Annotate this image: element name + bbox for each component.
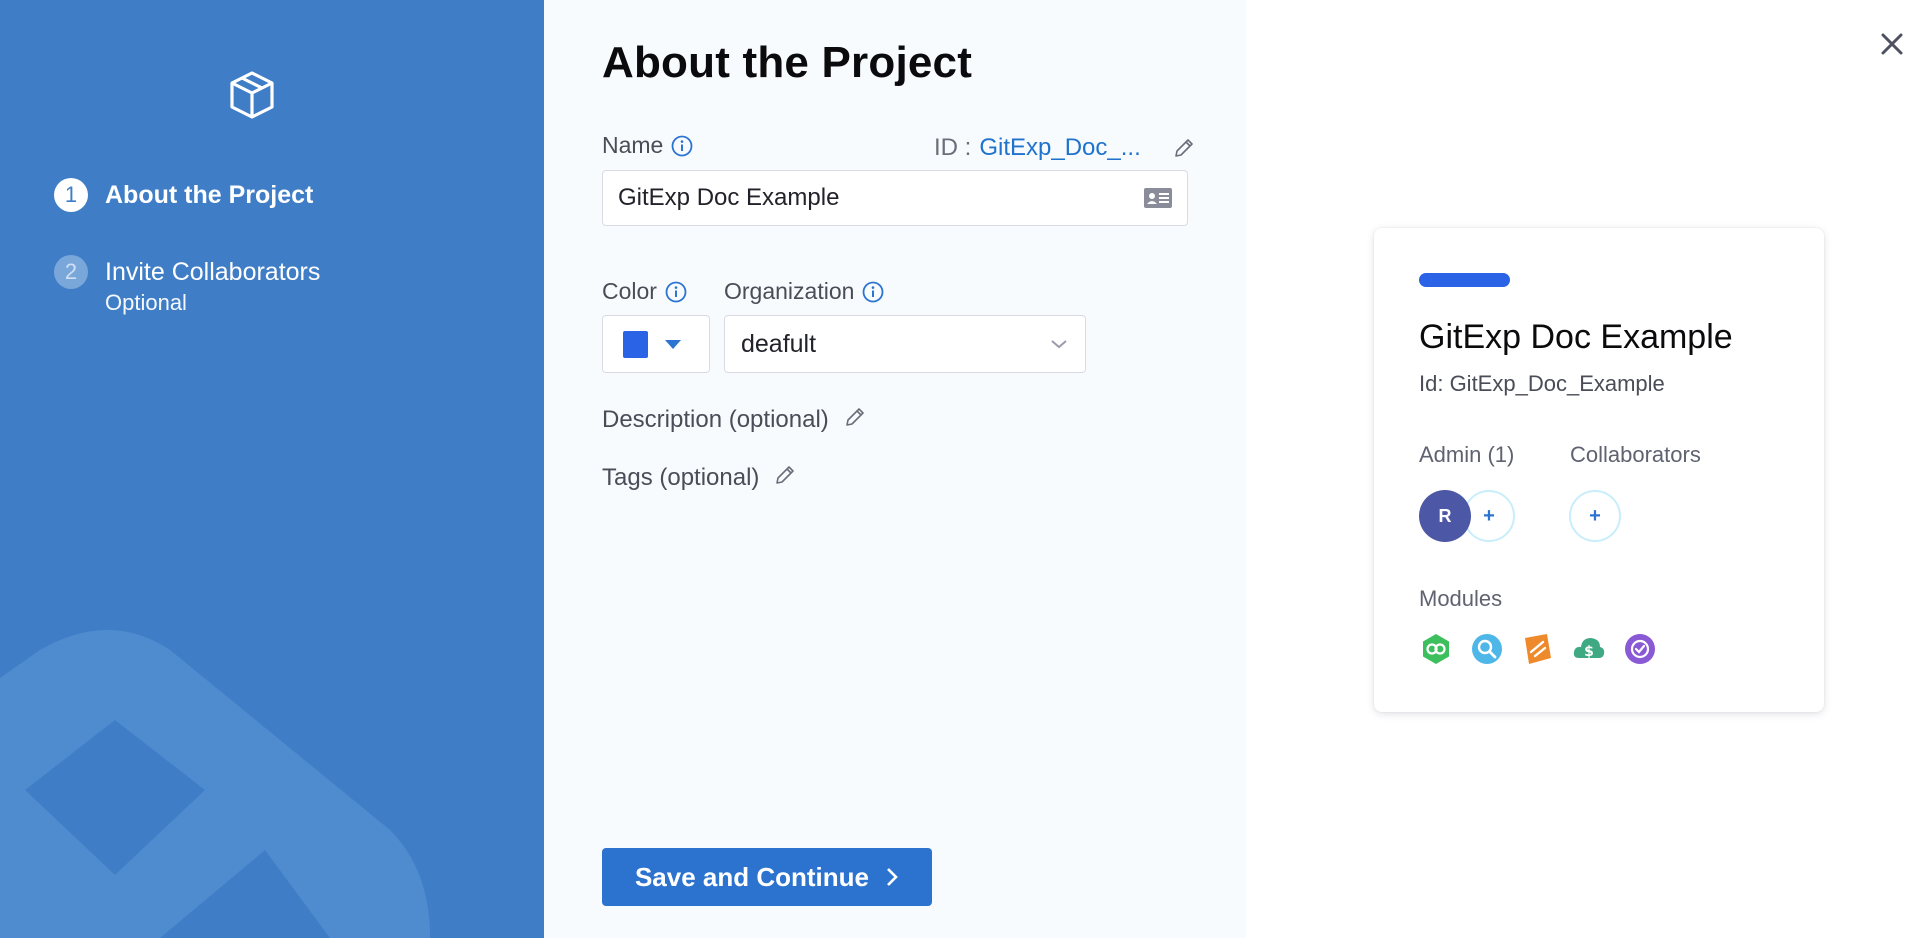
chevron-down-icon (1051, 340, 1067, 349)
ccm-module-icon: $ (1573, 638, 1605, 660)
collaborators-label: Collaborators (1570, 442, 1701, 467)
color-label: Color (602, 278, 657, 304)
project-id-row: ID : GitExp_Doc_... (934, 132, 1196, 164)
harness-watermark-shape (0, 630, 430, 938)
preview-project-title: GitExp Doc Example (1419, 318, 1733, 356)
project-preview-card: GitExp Doc Example Id: GitExp_Doc_Exampl… (1374, 228, 1824, 712)
step-label: About the Project (105, 181, 314, 209)
info-icon[interactable] (665, 281, 687, 303)
pencil-icon[interactable] (843, 405, 867, 429)
color-swatch (623, 330, 648, 358)
preview-project-id: Id: GitExp_Doc_Example (1419, 371, 1665, 396)
project-id-value: GitExp_Doc_... (979, 134, 1141, 161)
description-toggle[interactable]: Description (optional) (602, 406, 867, 434)
edit-id-pencil-icon[interactable] (1172, 136, 1196, 160)
tags-label: Tags (optional) (602, 464, 760, 491)
add-collaborator-button[interactable]: + (1569, 490, 1621, 542)
tags-toggle[interactable]: Tags (optional) (602, 464, 797, 492)
step-number: 2 (54, 255, 88, 289)
wizard-step-about-project[interactable]: 1 About the Project (54, 178, 313, 212)
id-card-icon (1144, 188, 1172, 208)
name-label: Name (602, 132, 664, 158)
page-title: About the Project (602, 38, 973, 87)
svg-text:$: $ (1584, 644, 1594, 660)
name-label-row: Name (602, 132, 693, 159)
cf-module-icon (1625, 634, 1655, 664)
chevron-right-icon (887, 868, 898, 886)
info-icon[interactable] (671, 135, 693, 157)
step-sublabel: Optional (105, 290, 187, 315)
organization-value: deafult (741, 329, 817, 358)
description-label: Description (optional) (602, 406, 829, 433)
project-preview-panel: GitExp Doc Example Id: GitExp_Doc_Exampl… (1246, 0, 1926, 938)
cd-module-icon (1423, 634, 1449, 664)
pencil-icon[interactable] (773, 463, 797, 487)
wizard-step-invite-collaborators[interactable]: 2 Invite Collaborators Optional (54, 255, 320, 317)
admin-label: Admin (1) (1419, 442, 1515, 467)
project-name-value: GitExp Doc Example (618, 184, 840, 211)
organization-select[interactable]: deafult (724, 315, 1086, 373)
project-color-strip (1419, 273, 1510, 287)
modules-list: $ (1419, 632, 1674, 666)
organization-label: Organization (724, 278, 855, 304)
color-label-row: Color (602, 278, 687, 305)
project-name-input[interactable]: GitExp Doc Example (602, 170, 1188, 226)
project-form: About the Project Name ID : GitExp_Doc_.… (544, 0, 1246, 938)
caret-down-icon (665, 339, 681, 349)
id-prefix: ID : (934, 134, 972, 161)
save-button-label: Save and Continue (634, 861, 870, 892)
color-picker[interactable] (602, 315, 710, 373)
step-label: Invite Collaborators (105, 258, 321, 286)
organization-label-row: Organization (724, 278, 884, 305)
cv-module-icon (1525, 634, 1551, 664)
avatar[interactable]: R (1419, 490, 1471, 542)
ci-module-icon (1472, 634, 1502, 664)
close-icon[interactable] (1880, 32, 1904, 56)
save-and-continue-button[interactable]: Save and Continue (602, 848, 932, 906)
cube-icon (230, 71, 274, 119)
step-number: 1 (54, 178, 88, 212)
modules-label: Modules (1419, 586, 1503, 611)
info-icon[interactable] (862, 281, 884, 303)
wizard-sidebar: 1 About the Project 2 Invite Collaborato… (0, 0, 544, 938)
